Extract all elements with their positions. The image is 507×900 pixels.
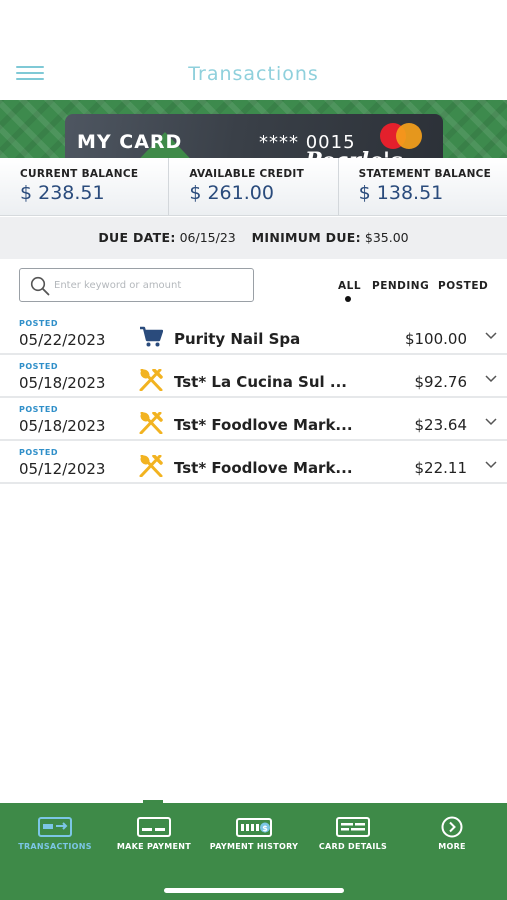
make-payment-card-icon <box>137 817 171 837</box>
app-header: Transactions <box>0 0 507 100</box>
current-balance-value: $ 238.51 <box>20 182 105 204</box>
transaction-row[interactable]: POSTED 05/22/2023 Purity Nail Spa $100.0… <box>0 312 507 355</box>
transaction-status: POSTED <box>19 319 58 328</box>
chevron-down-icon[interactable] <box>485 461 497 469</box>
transaction-merchant: Tst* Foodlove Mark... <box>174 416 353 434</box>
current-balance-label: CURRENT BALANCE <box>20 168 139 180</box>
transaction-list: POSTED 05/22/2023 Purity Nail Spa $100.0… <box>0 312 507 484</box>
minimum-due-label: MINIMUM DUE: <box>251 230 361 245</box>
tab-label: PAYMENT HISTORY <box>209 842 299 851</box>
available-credit-label: AVAILABLE CREDIT <box>189 168 305 180</box>
filter-all[interactable]: ALL <box>338 280 361 292</box>
dining-utensils-icon <box>139 412 163 434</box>
dining-utensils-icon <box>139 369 163 391</box>
payment-history-icon: $ <box>236 818 272 837</box>
minimum-due-value: $35.00 <box>364 230 409 245</box>
home-indicator[interactable] <box>164 888 344 893</box>
mastercard-logo-icon <box>380 123 430 153</box>
transactions-card-icon <box>38 817 72 837</box>
tab-make-payment[interactable]: MAKE PAYMENT <box>104 816 204 851</box>
filter-posted[interactable]: POSTED <box>438 280 488 292</box>
due-date-label: DUE DATE: <box>98 230 176 245</box>
balance-summary: CURRENT BALANCE $ 238.51 AVAILABLE CREDI… <box>0 158 507 216</box>
tab-bar-notch <box>143 800 163 803</box>
tab-label: TRANSACTIONS <box>18 842 92 851</box>
transaction-merchant: Purity Nail Spa <box>174 330 301 348</box>
transaction-amount: $100.00 <box>404 330 467 348</box>
transaction-filters: ALL PENDING POSTED <box>0 280 507 306</box>
tab-label: MAKE PAYMENT <box>116 842 192 851</box>
tab-label: MORE <box>438 842 466 851</box>
due-info: DUE DATE: 06/15/23 MINIMUM DUE: $35.00 <box>0 217 507 259</box>
statement-balance-label: STATEMENT BALANCE <box>358 168 492 180</box>
transaction-amount: $23.64 <box>414 416 468 434</box>
chevron-down-icon[interactable] <box>485 375 497 383</box>
statement-balance-value: $ 138.51 <box>358 182 444 204</box>
chevron-down-icon[interactable] <box>485 332 497 340</box>
transaction-date: 05/12/2023 <box>19 460 106 478</box>
filter-pending[interactable]: PENDING <box>372 280 429 292</box>
transaction-status: POSTED <box>19 362 58 371</box>
tab-label: CARD DETAILS <box>318 842 388 851</box>
transaction-amount: $92.76 <box>414 373 468 391</box>
tab-more[interactable]: MORE <box>402 816 502 851</box>
available-credit-value: $ 261.00 <box>189 182 274 204</box>
filter-selected-indicator <box>345 296 351 302</box>
transaction-row[interactable]: POSTED 05/12/2023 Tst* Foodlove Mark... … <box>0 441 507 484</box>
transaction-merchant: Tst* La Cucina Sul ... <box>174 373 347 391</box>
transaction-status: POSTED <box>19 405 58 414</box>
page-title: Transactions <box>188 63 319 85</box>
shopping-cart-icon <box>140 326 163 347</box>
transaction-amount: $22.11 <box>414 459 468 477</box>
tab-transactions[interactable]: TRANSACTIONS <box>5 816 105 851</box>
more-chevron-circle-icon <box>441 816 463 838</box>
available-credit: AVAILABLE CREDIT $ 261.00 <box>168 158 337 215</box>
card-image[interactable]: MY CARD **** 0015 Pearle's <box>65 114 443 158</box>
dining-utensils-icon <box>139 455 163 477</box>
card-banner: MY CARD **** 0015 Pearle's <box>0 100 507 158</box>
transaction-date: 05/22/2023 <box>19 331 106 349</box>
tab-card-details[interactable]: CARD DETAILS <box>303 816 403 851</box>
transaction-row[interactable]: POSTED 05/18/2023 Tst* Foodlove Mark... … <box>0 398 507 441</box>
transaction-row[interactable]: POSTED 05/18/2023 Tst* La Cucina Sul ...… <box>0 355 507 398</box>
card-details-icon <box>336 817 370 837</box>
transaction-merchant: Tst* Foodlove Mark... <box>174 459 353 477</box>
transaction-status: POSTED <box>19 448 58 457</box>
card-name: MY CARD <box>77 131 183 153</box>
transaction-date: 05/18/2023 <box>19 417 106 435</box>
current-balance: CURRENT BALANCE $ 238.51 <box>0 158 168 215</box>
tab-payment-history[interactable]: $ PAYMENT HISTORY <box>204 816 304 851</box>
svg-text:$: $ <box>262 824 268 833</box>
chevron-down-icon[interactable] <box>485 418 497 426</box>
bottom-tab-bar: TRANSACTIONS MAKE PAYMENT $ PAYMENT HIST… <box>0 800 507 900</box>
due-date-value: 06/15/23 <box>179 230 236 245</box>
statement-balance: STATEMENT BALANCE $ 138.51 <box>337 158 507 215</box>
transaction-date: 05/18/2023 <box>19 374 106 392</box>
